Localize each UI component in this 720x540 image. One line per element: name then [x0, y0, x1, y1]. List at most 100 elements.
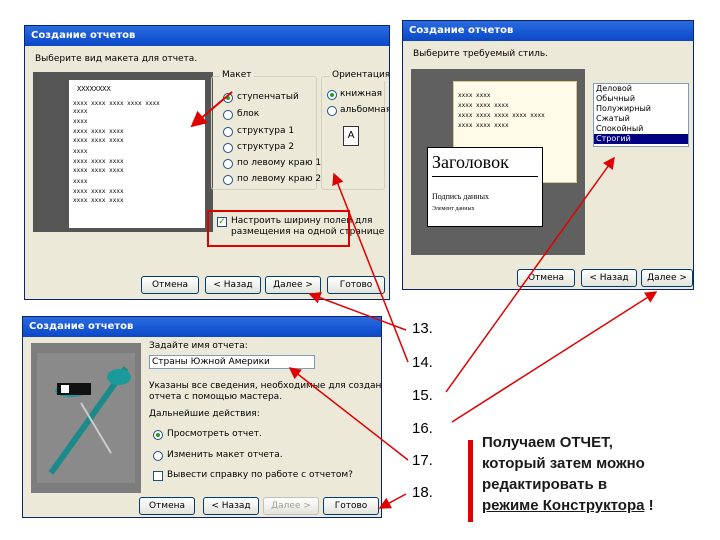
preview-row: xxxx xxxx xxxx: [73, 137, 124, 144]
note-line-last: режиме Конструктора !: [482, 495, 654, 516]
report-wizard-finish-window: Создание отчетов Задайте имя отчета: Стр…: [22, 316, 382, 518]
cancel-button[interactable]: Отмена: [517, 269, 575, 287]
layout-radio-outline1[interactable]: [223, 127, 233, 137]
preview-page: XXXXXXXX xxxx xxxx xxxx xxxx xxxx xxxx x…: [69, 80, 205, 228]
preview-row: xxxx xxxx xxxx: [73, 197, 124, 204]
preview-row: xxxx xxxx xxxx: [73, 158, 124, 165]
preview-row: xxxx xxxx xxxx xxxx xxxx: [73, 100, 160, 107]
help-checkbox[interactable]: [153, 471, 163, 481]
style-list[interactable]: Деловой Обычный Полужирный Сжатый Спокой…: [593, 83, 689, 147]
note-line: Получаем ОТЧЕТ,: [482, 434, 613, 451]
note-line-underlined: режиме Конструктора: [482, 497, 645, 514]
edit-layout-radio[interactable]: [153, 451, 163, 461]
view-report-label: Просмотреть отчет.: [167, 429, 262, 439]
back-button[interactable]: < Назад: [581, 269, 637, 287]
info-line1: Указаны все сведения, необходимые для со…: [149, 381, 382, 391]
orientation-radio-portrait[interactable]: [327, 90, 337, 100]
next-button[interactable]: Далее >: [265, 276, 321, 294]
report-name-input[interactable]: Страны Южной Америки: [149, 355, 315, 369]
layout-option-label: блок: [237, 109, 260, 119]
preview-row: xxxx: [73, 178, 88, 185]
style-list-item[interactable]: Деловой: [594, 84, 688, 94]
layout-option-label: по левому краю 1: [237, 158, 322, 168]
preview-row: xxxx xxxx xxxx: [458, 122, 509, 129]
note-accent-bar: [468, 440, 473, 522]
view-report-radio[interactable]: [153, 430, 163, 440]
report-wizard-layout-window: Создание отчетов Выберите вид макета для…: [24, 25, 390, 300]
wizard-illustration: [31, 343, 141, 493]
page-orientation-icon: A: [343, 126, 359, 146]
style-list-item-selected[interactable]: Строгий: [594, 134, 688, 144]
preview-row: xxxx xxxx xxxx xxxx xxxx: [458, 112, 545, 119]
preview-row: xxxx: [73, 118, 88, 125]
finish-button[interactable]: Готово: [327, 276, 385, 294]
back-button[interactable]: < Назад: [203, 497, 259, 515]
preview-row: xxxx xxxx xxxx: [458, 102, 509, 109]
style-heading-sample: Заголовок Подпись данных Элемент данных: [427, 147, 543, 227]
help-label: Вывести справку по работе с отчетом?: [167, 470, 353, 480]
preview-row: xxxx xxxx xxxx: [73, 128, 124, 135]
preview-row: xxxx xxxx xxxx: [73, 188, 124, 195]
layout-radio-block[interactable]: [223, 110, 233, 120]
cancel-button[interactable]: Отмена: [139, 497, 195, 515]
step-14: 14.: [412, 354, 433, 371]
wizard-prompt: Выберите требуемый стиль.: [413, 49, 549, 59]
preview-row: xxxx xxxx xxxx: [73, 167, 124, 174]
next-button: Далее >: [263, 497, 319, 515]
preview-row: xxxx: [73, 108, 88, 115]
style-list-item[interactable]: Обычный: [594, 94, 688, 104]
layout-radio-left1[interactable]: [223, 159, 233, 169]
result-note: Получаем ОТЧЕТ, который затем можно реда…: [482, 432, 654, 516]
report-name-label: Задайте имя отчета:: [149, 341, 248, 351]
arrow-18-finish: [378, 493, 407, 509]
next-action-label: Дальнейшие действия:: [149, 409, 260, 419]
data-sample-text: Элемент данных: [432, 206, 475, 212]
layout-group-label: Макет: [220, 70, 254, 81]
note-line: редактировать в: [482, 476, 608, 493]
layout-radio-stepped[interactable]: [223, 93, 233, 103]
style-list-item[interactable]: Сжатый: [594, 114, 688, 124]
preview-row: xxxx: [73, 148, 88, 155]
checkbox-highlight: [207, 210, 350, 247]
wizard-prompt: Выберите вид макета для отчета.: [35, 54, 198, 64]
cancel-button[interactable]: Отмена: [141, 276, 199, 294]
layout-option-label: по левому краю 2: [237, 174, 322, 184]
caption-sample-text: Подпись данных: [432, 192, 489, 201]
step-15: 15.: [412, 387, 433, 404]
window-title: Создание отчетов: [403, 21, 693, 41]
step-17: 17.: [412, 452, 433, 469]
step-13: 13.: [412, 320, 433, 337]
note-line: который затем можно: [482, 455, 645, 472]
window-title: Создание отчетов: [25, 26, 389, 46]
next-button[interactable]: Далее >: [641, 269, 693, 287]
info-line2: отчета с помощью мастера.: [149, 392, 283, 402]
step-18: 18.: [412, 484, 433, 501]
orientation-icon-letter: A: [347, 130, 355, 141]
edit-layout-label: Изменить макет отчета.: [167, 450, 283, 460]
preview-row: xxxx xxxx: [458, 92, 491, 99]
preview-header: XXXXXXXX: [77, 85, 111, 93]
note-exclamation: !: [644, 497, 654, 514]
back-button[interactable]: < Назад: [205, 276, 261, 294]
style-preview: xxxx xxxx xxxx xxxx xxxx xxxx xxxx xxxx …: [411, 69, 585, 255]
orientation-option-label: альбомная: [340, 105, 390, 115]
orientation-group-label: Ориентация: [330, 70, 389, 81]
heading-sample-text: Заголовок: [432, 152, 509, 172]
layout-radio-left2[interactable]: [223, 175, 233, 185]
step-16: 16.: [412, 420, 433, 437]
layout-option-label: ступенчатый: [237, 92, 299, 102]
style-list-item[interactable]: Спокойный: [594, 124, 688, 134]
style-list-item[interactable]: Полужирный: [594, 104, 688, 114]
layout-option-label: структура 2: [237, 142, 295, 152]
orientation-radio-landscape[interactable]: [327, 106, 337, 116]
layout-preview: XXXXXXXX xxxx xxxx xxxx xxxx xxxx xxxx x…: [33, 72, 213, 232]
heading-rule: [432, 176, 538, 177]
window-title: Создание отчетов: [23, 317, 381, 337]
report-wizard-style-window: Создание отчетов Выберите требуемый стил…: [402, 20, 694, 290]
wizard-wand-icon: [31, 343, 141, 493]
orientation-option-label: книжная: [340, 89, 383, 99]
layout-radio-outline2[interactable]: [223, 143, 233, 153]
layout-option-label: структура 1: [237, 126, 295, 136]
finish-button[interactable]: Готово: [323, 497, 379, 515]
arrow-16-next2: [451, 291, 658, 423]
